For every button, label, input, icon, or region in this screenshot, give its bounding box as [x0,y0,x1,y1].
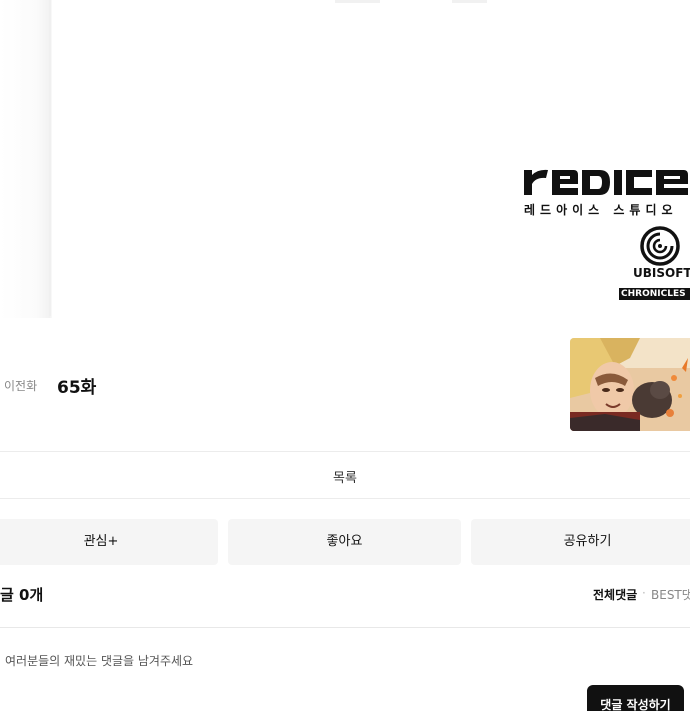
comic-viewer-area: 레드아이스 스튜디오 UBISOFT CHRONICLES [0,0,690,320]
partner-tag: CHRONICLES [619,288,690,300]
comic-panel-border [49,0,51,316]
partner-name: UBISOFT [633,266,690,280]
comic-panel-mark [452,0,487,3]
studio-name-korean: 레드아이스 스튜디오 [524,203,678,217]
submit-comment-button[interactable]: 댓글 작성하기 [587,685,684,711]
episode-list-label: 목록 [333,471,357,486]
comment-count: 글 0개 [0,586,44,604]
episode-title: 65화 [57,378,97,398]
comments-divider [0,627,690,628]
comic-panel-edge [0,0,52,318]
sort-separator: · [642,586,646,600]
ubisoft-swirl-icon [640,226,680,266]
episode-list-button[interactable]: 목록 [0,451,690,499]
like-button[interactable]: 좋아요 [228,519,461,565]
previous-episode-link[interactable]: 이전화 [4,377,37,394]
comment-input[interactable] [0,640,580,682]
next-episode-thumbnail[interactable] [570,338,690,431]
redice-logo [524,169,688,195]
sort-best-comments-tab[interactable]: BEST댓 [651,586,690,603]
sort-all-comments-tab[interactable]: 전체댓글 [593,586,637,603]
episode-thumbnail-image [570,338,690,431]
share-button[interactable]: 공유하기 [471,519,690,565]
comic-panel-mark [335,0,380,3]
subscribe-button[interactable]: 관심+ [0,519,218,565]
